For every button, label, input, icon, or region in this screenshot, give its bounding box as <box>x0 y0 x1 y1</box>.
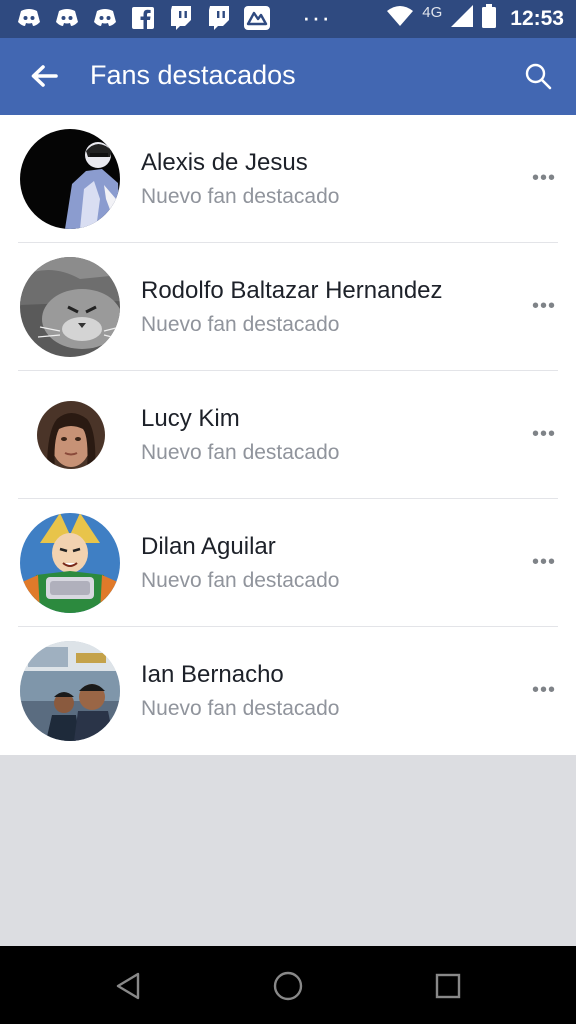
list-item[interactable]: Rodolfo Baltazar Hernandez Nuevo fan des… <box>0 243 576 371</box>
fan-subtitle: Nuevo fan destacado <box>141 313 340 336</box>
twitch-icon <box>206 5 232 31</box>
fan-name[interactable]: Rodolfo Baltazar Hernandez <box>141 277 443 305</box>
list-item[interactable]: Alexis de Jesus Nuevo fan destacado ••• <box>0 115 576 243</box>
fan-name[interactable]: Dilan Aguilar <box>141 533 276 561</box>
fan-subtitle: Nuevo fan destacado <box>141 441 340 464</box>
fans-list: Alexis de Jesus Nuevo fan destacado ••• … <box>0 115 576 755</box>
app-header: Fans destacados <box>0 38 576 115</box>
search-icon <box>525 63 552 90</box>
more-notifications-icon: ··· <box>302 2 331 32</box>
network-type: 4G <box>422 4 443 21</box>
more-options-button[interactable]: ••• <box>526 547 562 577</box>
wifi-icon <box>386 5 414 32</box>
list-item[interactable]: Dilan Aguilar Nuevo fan destacado ••• <box>0 499 576 627</box>
fan-subtitle: Nuevo fan destacado <box>141 697 340 720</box>
home-nav-button[interactable] <box>268 966 308 1006</box>
list-item[interactable]: Lucy Kim Nuevo fan destacado ••• <box>0 371 576 499</box>
fan-name[interactable]: Alexis de Jesus <box>141 149 308 177</box>
list-item[interactable]: Ian Bernacho Nuevo fan destacado ••• <box>0 627 576 755</box>
discord-icon <box>92 5 118 31</box>
back-triangle-icon <box>116 972 140 1000</box>
discord-icon <box>16 5 42 31</box>
search-button[interactable] <box>518 56 558 96</box>
more-options-button[interactable]: ••• <box>526 419 562 449</box>
app-icon <box>244 5 270 31</box>
fan-name[interactable]: Ian Bernacho <box>141 661 284 689</box>
twitch-icon <box>168 5 194 31</box>
battery-icon <box>482 4 497 33</box>
back-nav-button[interactable] <box>108 966 148 1006</box>
navigation-bar <box>0 946 576 1024</box>
signal-icon <box>450 4 474 33</box>
status-bar: ··· 4G 12:53 <box>0 0 576 38</box>
recents-nav-button[interactable] <box>428 966 468 1006</box>
back-button[interactable] <box>22 56 66 96</box>
avatar[interactable] <box>20 257 120 357</box>
more-options-button[interactable]: ••• <box>526 675 562 705</box>
page-title: Fans destacados <box>90 60 296 90</box>
home-circle-icon <box>273 971 303 1001</box>
notification-icons <box>16 5 270 31</box>
facebook-icon <box>130 5 156 31</box>
fan-subtitle: Nuevo fan destacado <box>141 569 340 592</box>
fan-subtitle: Nuevo fan destacado <box>141 185 340 208</box>
discord-icon <box>54 5 80 31</box>
recents-square-icon <box>435 973 461 999</box>
avatar[interactable] <box>20 513 120 613</box>
fan-name[interactable]: Lucy Kim <box>141 405 240 433</box>
avatar[interactable] <box>20 129 120 229</box>
back-arrow-icon <box>31 65 58 87</box>
avatar[interactable] <box>37 401 105 469</box>
clock: 12:53 <box>510 6 564 30</box>
more-options-button[interactable]: ••• <box>526 163 562 193</box>
more-options-button[interactable]: ••• <box>526 291 562 321</box>
system-status: 4G 12:53 <box>386 4 564 33</box>
avatar[interactable] <box>20 641 120 741</box>
